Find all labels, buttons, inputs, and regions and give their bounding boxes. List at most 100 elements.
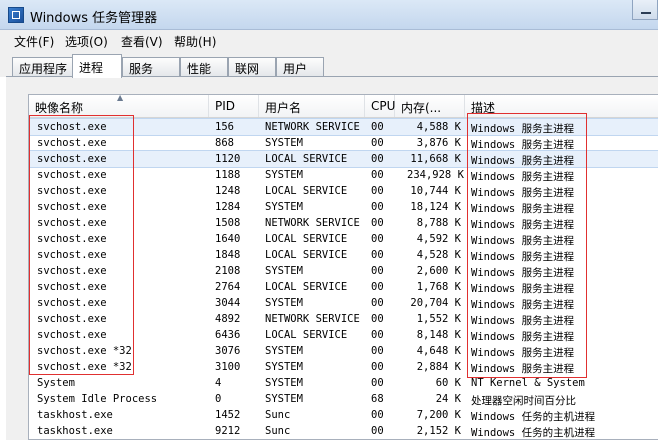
cell-mem: 234,928 K bbox=[407, 169, 464, 181]
cell-desc: Windows 服务主进程 bbox=[471, 155, 575, 167]
table-row[interactable]: taskhost.exe 1452 Sunc 00 7,200 K Windows 任务的… bbox=[29, 407, 658, 423]
table-row[interactable]: svchost.exe 1120 LOCAL SERVICE 00 11,668 K Wi… bbox=[29, 150, 658, 168]
cell-pid: 2108 bbox=[215, 265, 241, 277]
minimize-button[interactable] bbox=[632, 0, 658, 20]
tab-services[interactable]: 服务 bbox=[122, 57, 180, 77]
table-row[interactable]: svchost.exe 1248 LOCAL SERVICE 00 10,744 K Wi… bbox=[29, 183, 658, 199]
cell-mem: 18,124 K bbox=[410, 201, 461, 213]
tab-performance[interactable]: 性能 bbox=[180, 57, 228, 77]
cell-desc: Windows 服务主进程 bbox=[471, 267, 575, 279]
cell-cpu: 00 bbox=[371, 217, 384, 229]
cell-name: taskhost.exe bbox=[37, 425, 113, 437]
cell-cpu: 00 bbox=[371, 137, 384, 149]
cell-desc: Windows 服务主进程 bbox=[471, 347, 575, 359]
cell-mem: 4,592 K bbox=[416, 233, 461, 245]
cell-pid: 868 bbox=[215, 137, 234, 149]
column-cpu[interactable]: CPU bbox=[365, 95, 395, 117]
cell-cpu: 00 bbox=[371, 249, 384, 261]
menu-help[interactable]: 帮助(H) bbox=[174, 33, 216, 50]
table-row[interactable]: svchost.exe 3044 SYSTEM 00 20,704 K Windows 服… bbox=[29, 295, 658, 311]
cell-cpu: 00 bbox=[371, 313, 384, 325]
column-pid[interactable]: PID bbox=[209, 95, 259, 117]
column-memory[interactable]: 内存(... bbox=[395, 95, 465, 117]
table-row[interactable]: svchost.exe 1188 SYSTEM 00 234,928 K Windows … bbox=[29, 167, 658, 183]
cell-user: SYSTEM bbox=[265, 169, 303, 181]
table-row[interactable]: svchost.exe 6436 LOCAL SERVICE 00 8,148 K Win… bbox=[29, 327, 658, 343]
cell-desc: Windows 服务主进程 bbox=[471, 219, 575, 231]
cell-user: Sunc bbox=[265, 425, 291, 437]
cell-desc: Windows 服务主进程 bbox=[471, 139, 575, 151]
cell-user: SYSTEM bbox=[265, 345, 303, 357]
table-row[interactable]: svchost.exe 868 SYSTEM 00 3,876 K Windows 服务主… bbox=[29, 135, 658, 151]
cell-user: NETWORK SERVICE bbox=[265, 313, 360, 325]
table-row[interactable]: svchost.exe 1848 LOCAL SERVICE 00 4,528 K Win… bbox=[29, 247, 658, 263]
sort-ascending-icon: ▲ bbox=[117, 94, 124, 102]
tab-strip: 应用程序 进程 服务 性能 联网 用户 bbox=[0, 52, 658, 78]
cell-pid: 3044 bbox=[215, 297, 241, 309]
column-description[interactable]: 描述 bbox=[465, 95, 658, 117]
cell-pid: 1120 bbox=[215, 153, 241, 165]
menu-file[interactable]: 文件(F) bbox=[14, 33, 54, 50]
cell-user: LOCAL SERVICE bbox=[265, 185, 348, 197]
cell-pid: 1640 bbox=[215, 233, 241, 245]
cell-pid: 1508 bbox=[215, 217, 241, 229]
table-row[interactable]: svchost.exe *32 3100 SYSTEM 00 2,884 K Window… bbox=[29, 359, 658, 375]
table-row[interactable]: taskhost.exe 9212 Sunc 00 2,152 K Windows 任务的… bbox=[29, 423, 658, 439]
table-row[interactable]: svchost.exe 2108 SYSTEM 00 2,600 K Windows 服务… bbox=[29, 263, 658, 279]
cell-user: LOCAL SERVICE bbox=[265, 233, 348, 245]
cell-name: svchost.exe bbox=[37, 281, 107, 293]
cell-pid: 1248 bbox=[215, 185, 241, 197]
tab-networking[interactable]: 联网 bbox=[228, 57, 276, 77]
table-row[interactable]: svchost.exe *32 3076 SYSTEM 00 4,648 K Window… bbox=[29, 343, 658, 359]
column-username[interactable]: 用户名 bbox=[259, 95, 365, 117]
cell-pid: 2764 bbox=[215, 281, 241, 293]
cell-pid: 9212 bbox=[215, 425, 241, 437]
cell-pid: 3076 bbox=[215, 345, 241, 357]
cell-name: svchost.exe bbox=[37, 297, 107, 309]
cell-mem: 4,588 K bbox=[416, 121, 461, 133]
cell-mem: 4,528 K bbox=[416, 249, 461, 261]
process-list[interactable]: 映像名称 ▲ PID 用户名 CPU 内存(... 描述 svchost.exe… bbox=[28, 94, 658, 440]
cell-mem: 24 K bbox=[435, 393, 461, 405]
cell-name: svchost.exe bbox=[37, 121, 107, 133]
cell-desc: Windows 服务主进程 bbox=[471, 123, 575, 135]
cell-name: svchost.exe bbox=[37, 153, 107, 165]
cell-name: svchost.exe bbox=[37, 169, 107, 181]
table-row[interactable]: System 4 SYSTEM 00 60 K NT Kernel & System bbox=[29, 375, 658, 391]
table-row[interactable]: svchost.exe 2764 LOCAL SERVICE 00 1,768 K Win… bbox=[29, 279, 658, 295]
cell-pid: 1188 bbox=[215, 169, 241, 181]
table-row[interactable]: svchost.exe 4892 NETWORK SERVICE 00 1,552 K W… bbox=[29, 311, 658, 327]
cell-name: svchost.exe bbox=[37, 137, 107, 149]
cell-name: svchost.exe *32 bbox=[37, 361, 132, 373]
tab-users[interactable]: 用户 bbox=[276, 57, 324, 77]
column-header-row: 映像名称 ▲ PID 用户名 CPU 内存(... 描述 bbox=[29, 95, 658, 118]
cell-desc: NT Kernel & System bbox=[471, 377, 585, 389]
cell-pid: 1452 bbox=[215, 409, 241, 421]
cell-user: SYSTEM bbox=[265, 201, 303, 213]
cell-pid: 4892 bbox=[215, 313, 241, 325]
cell-mem: 11,668 K bbox=[410, 153, 461, 165]
table-row[interactable]: svchost.exe 1508 NETWORK SERVICE 00 8,788 K W… bbox=[29, 215, 658, 231]
cell-user: LOCAL SERVICE bbox=[265, 281, 348, 293]
cell-pid: 4 bbox=[215, 377, 222, 389]
table-row[interactable]: svchost.exe 1640 LOCAL SERVICE 00 4,592 K Win… bbox=[29, 231, 658, 247]
table-row[interactable]: svchost.exe 156 NETWORK SERVICE 00 4,588 K Wi… bbox=[29, 118, 658, 136]
column-image-name[interactable]: 映像名称 ▲ bbox=[29, 95, 209, 117]
tab-applications[interactable]: 应用程序 bbox=[12, 57, 74, 77]
tab-processes[interactable]: 进程 bbox=[72, 54, 122, 78]
cell-user: LOCAL SERVICE bbox=[265, 153, 348, 165]
cell-cpu: 00 bbox=[371, 233, 384, 245]
cell-desc: Windows 任务的主机进程 bbox=[471, 427, 596, 439]
menu-view[interactable]: 查看(V) bbox=[121, 33, 163, 50]
cell-mem: 1,768 K bbox=[416, 281, 461, 293]
cell-name: taskhost.exe bbox=[37, 409, 113, 421]
table-row[interactable]: System Idle Process 0 SYSTEM 68 24 K 处理器空闲时间百… bbox=[29, 391, 658, 407]
cell-name: svchost.exe bbox=[37, 217, 107, 229]
cell-name: svchost.exe bbox=[37, 185, 107, 197]
table-row[interactable]: svchost.exe 1284 SYSTEM 00 18,124 K Windows 服… bbox=[29, 199, 658, 215]
cell-user: NETWORK SERVICE bbox=[265, 217, 360, 229]
menu-options[interactable]: 选项(O) bbox=[65, 33, 108, 50]
cell-desc: Windows 服务主进程 bbox=[471, 235, 575, 247]
cell-user: SYSTEM bbox=[265, 265, 303, 277]
cell-desc: Windows 服务主进程 bbox=[471, 363, 575, 375]
